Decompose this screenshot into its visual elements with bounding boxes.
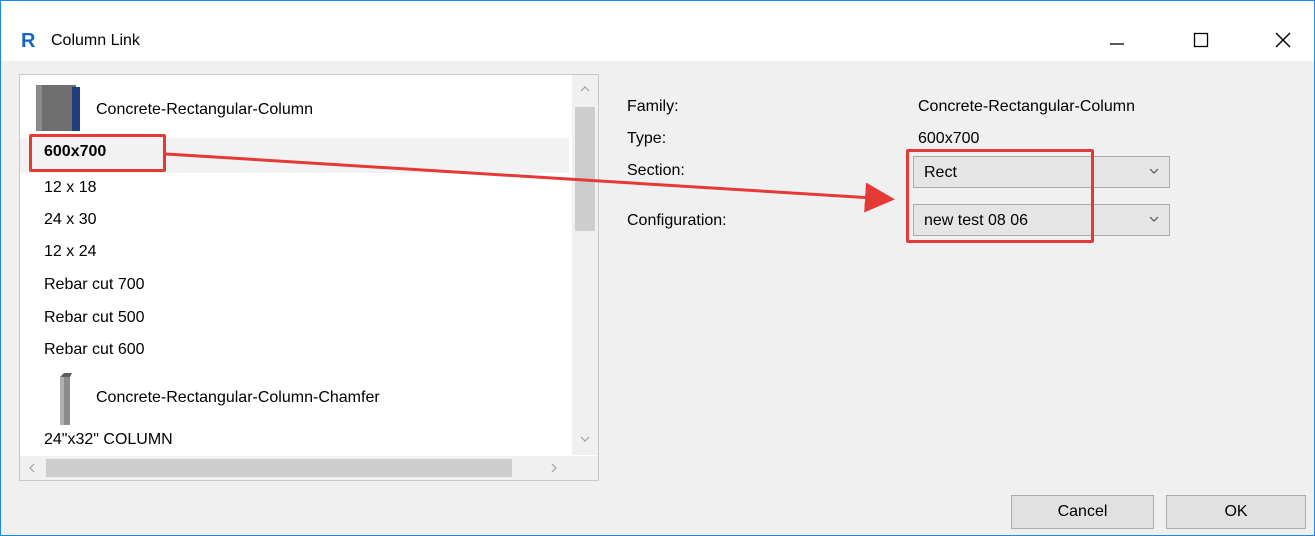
window-title: Column Link	[51, 32, 140, 49]
ok-button[interactable]: OK	[1166, 495, 1306, 529]
family-name: Concrete-Rectangular-Column-Chamfer	[96, 389, 380, 406]
list-item[interactable]: 24"x32" COLUMN	[44, 431, 173, 449]
list-item[interactable]: 600x700	[44, 143, 106, 161]
minimize-button[interactable]	[1097, 23, 1137, 57]
scrollbar-corner	[572, 456, 598, 480]
column-family-icon	[36, 85, 80, 131]
title-bar: R Column Link	[1, 1, 1314, 61]
scroll-up-icon	[580, 86, 590, 92]
column-link-dialog: R Column Link Concrete-Rectangular-Colum…	[0, 0, 1315, 536]
family-value: Concrete-Rectangular-Column	[918, 98, 1135, 115]
configuration-label: Configuration:	[627, 212, 727, 229]
vertical-scrollbar[interactable]	[572, 75, 598, 455]
configuration-dropdown-value: new test 08 06	[924, 212, 1029, 229]
horizontal-scrollbar[interactable]	[20, 456, 572, 480]
family-type-list[interactable]: Concrete-Rectangular-Column 600x700 12 x…	[19, 74, 599, 481]
section-dropdown[interactable]: Rect	[913, 156, 1170, 188]
list-item[interactable]: 24 x 30	[44, 211, 96, 229]
close-button[interactable]	[1263, 23, 1303, 57]
section-dropdown-value: Rect	[924, 164, 957, 181]
list-item[interactable]: 12 x 18	[44, 179, 96, 197]
chevron-down-icon	[1149, 216, 1159, 222]
maximize-icon	[1193, 32, 1209, 48]
section-label: Section:	[627, 162, 685, 179]
scroll-right-icon	[551, 463, 557, 473]
scroll-left-icon	[29, 463, 35, 473]
family-name: Concrete-Rectangular-Column	[96, 101, 313, 118]
type-label: Type:	[627, 130, 667, 147]
close-icon	[1275, 32, 1291, 48]
chamfer-column-family-icon	[60, 373, 72, 425]
minimize-icon	[1110, 43, 1124, 45]
family-label: Family:	[627, 98, 679, 115]
revit-app-icon: R	[21, 30, 36, 52]
configuration-dropdown[interactable]: new test 08 06	[913, 204, 1170, 236]
chevron-down-icon	[1149, 168, 1159, 174]
list-item[interactable]: Rebar cut 500	[44, 309, 145, 327]
list-item[interactable]: Rebar cut 600	[44, 341, 145, 359]
cancel-button[interactable]: Cancel	[1011, 495, 1154, 529]
scroll-down-icon	[580, 436, 590, 442]
horizontal-scroll-thumb[interactable]	[46, 459, 512, 477]
list-item[interactable]: 12 x 24	[44, 243, 96, 261]
list-item[interactable]: Rebar cut 700	[44, 276, 145, 294]
maximize-button[interactable]	[1181, 23, 1221, 57]
type-value: 600x700	[918, 130, 980, 147]
vertical-scroll-thumb[interactable]	[575, 107, 595, 231]
